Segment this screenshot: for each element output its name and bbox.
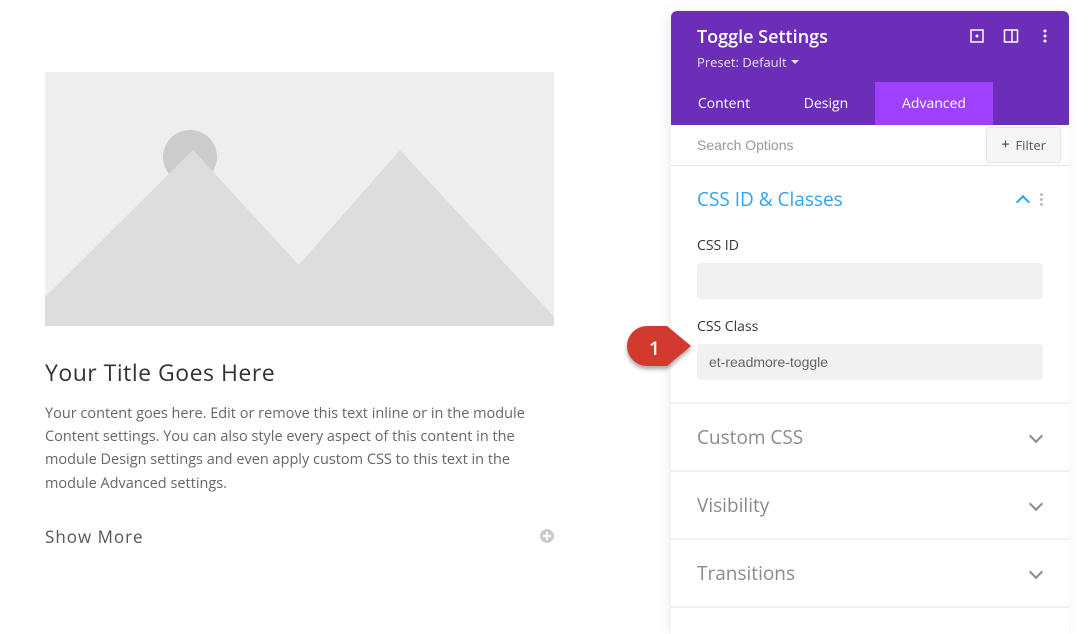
filter-button[interactable]: + Filter [986,127,1061,163]
plus-icon [540,529,554,543]
section-header-transitions[interactable]: Transitions [671,540,1069,606]
panel-header: Toggle Settings Preset: Default [671,11,1069,82]
tab-content[interactable]: Content [671,82,777,125]
section-visibility: Visibility [671,472,1069,538]
panel-content: CSS ID & Classes CSS ID CSS Class Custom… [671,166,1069,634]
section-title: Custom CSS [697,424,803,450]
section-title: Transitions [697,560,795,586]
section-header-css-id-classes[interactable]: CSS ID & Classes [671,166,1069,232]
section-title: Position [697,628,768,634]
more-icon[interactable] [1037,27,1053,43]
preview-body[interactable]: Your content goes here. Edit or remove t… [45,402,557,495]
chevron-down-icon [1029,566,1043,580]
show-more-label: Show More [45,525,144,548]
section-header-visibility[interactable]: Visibility [671,472,1069,538]
section-title: CSS ID & Classes [697,186,843,212]
caret-down-icon [791,60,799,64]
css-id-input[interactable] [697,263,1043,299]
search-input[interactable] [671,125,986,165]
css-class-label: CSS Class [697,317,1043,336]
show-more-toggle[interactable]: Show More [45,525,554,548]
section-position: Position [671,608,1069,634]
filter-label: Filter [1015,136,1046,154]
preview-title[interactable]: Your Title Goes Here [45,356,626,388]
tab-advanced[interactable]: Advanced [875,82,993,125]
chevron-up-icon [1016,192,1030,206]
layout-icon[interactable] [1003,27,1019,43]
tabs: Content Design Advanced [671,82,1069,125]
image-placeholder [45,72,554,326]
section-title: Visibility [697,492,769,518]
section-custom-css: Custom CSS [671,404,1069,470]
chevron-down-icon [1029,430,1043,444]
section-header-custom-css[interactable]: Custom CSS [671,404,1069,470]
section-css-id-classes: CSS ID & Classes CSS ID CSS Class [671,166,1069,402]
settings-panel: Toggle Settings Preset: Default [671,11,1069,634]
section-transitions: Transitions [671,540,1069,606]
preview-area: Your Title Goes Here Your content goes h… [0,0,671,634]
css-id-label: CSS ID [697,236,1043,255]
preset-dropdown[interactable]: Preset: Default [697,53,799,71]
css-class-input[interactable] [697,344,1043,380]
chevron-down-icon [1029,498,1043,512]
search-row: + Filter [671,125,1069,166]
tab-design[interactable]: Design [777,82,875,125]
preset-label: Preset: Default [697,53,787,71]
section-header-position[interactable]: Position [671,608,1069,634]
dots-icon[interactable] [1040,193,1043,206]
expand-icon[interactable] [969,27,985,43]
plus-icon: + [1001,138,1009,152]
